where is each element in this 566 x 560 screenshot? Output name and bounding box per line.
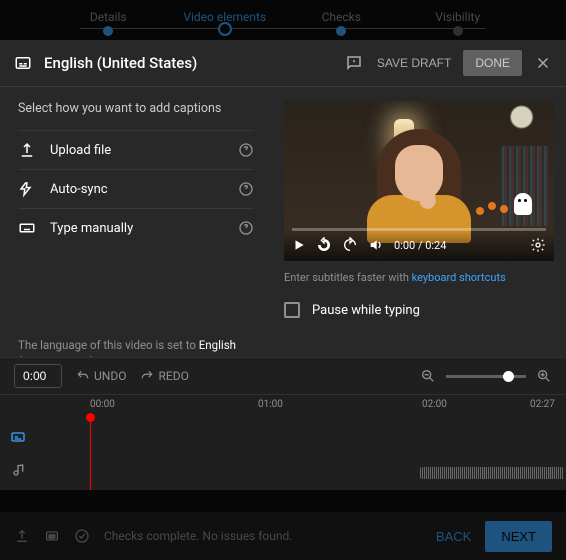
option-type-manually[interactable]: Type manually: [18, 208, 254, 247]
feedback-icon[interactable]: [345, 54, 363, 72]
undo-button[interactable]: UNDO: [76, 369, 126, 383]
timeline-ruler[interactable]: 00:00 01:00 02:00 02:27: [0, 395, 566, 415]
modal-title: English (United States): [44, 54, 345, 72]
video-time: 0:00 / 0:24: [394, 239, 446, 252]
video-preview[interactable]: 0:00 / 0:24: [284, 101, 554, 261]
help-icon[interactable]: [238, 142, 254, 158]
zoom-out-icon[interactable]: [420, 368, 436, 384]
zoom-in-icon[interactable]: [536, 368, 552, 384]
captions-subhead: Select how you want to add captions: [18, 101, 254, 116]
done-button[interactable]: DONE: [463, 50, 522, 76]
keyboard-icon: [18, 219, 36, 237]
redo-button[interactable]: REDO: [140, 369, 188, 383]
help-icon[interactable]: [238, 181, 254, 197]
playhead[interactable]: [90, 415, 91, 490]
language-note: The language of this video is set to Eng…: [18, 337, 254, 357]
keyboard-shortcuts-link[interactable]: keyboard shortcuts: [412, 271, 506, 284]
subtitles-icon: [14, 54, 32, 72]
volume-icon[interactable]: [368, 237, 384, 253]
settings-icon[interactable]: [530, 237, 546, 253]
timeline-toolbar: UNDO REDO: [0, 357, 566, 395]
option-upload-file[interactable]: Upload file: [18, 130, 254, 169]
timeline-tracks[interactable]: [0, 415, 566, 490]
close-icon[interactable]: [534, 54, 552, 72]
upload-icon: [18, 141, 36, 159]
help-icon[interactable]: [238, 220, 254, 236]
shortcut-hint: Enter subtitles faster with keyboard sho…: [284, 271, 554, 284]
caption-track-icon: [10, 429, 26, 445]
pause-while-typing-checkbox[interactable]: [284, 302, 300, 318]
current-time-input[interactable]: [14, 364, 62, 388]
pause-while-typing-label: Pause while typing: [312, 303, 420, 318]
zoom-slider[interactable]: [446, 375, 526, 378]
audio-waveform: [420, 467, 564, 479]
play-icon[interactable]: [292, 238, 306, 252]
audio-track-icon: [10, 463, 26, 479]
rewind-10-icon[interactable]: [316, 237, 332, 253]
save-draft-button[interactable]: SAVE DRAFT: [377, 56, 451, 70]
captions-modal: English (United States) SAVE DRAFT DONE …: [0, 40, 566, 490]
option-auto-sync[interactable]: Auto-sync: [18, 169, 254, 208]
auto-sync-icon: [18, 180, 36, 198]
forward-10-icon[interactable]: [342, 237, 358, 253]
